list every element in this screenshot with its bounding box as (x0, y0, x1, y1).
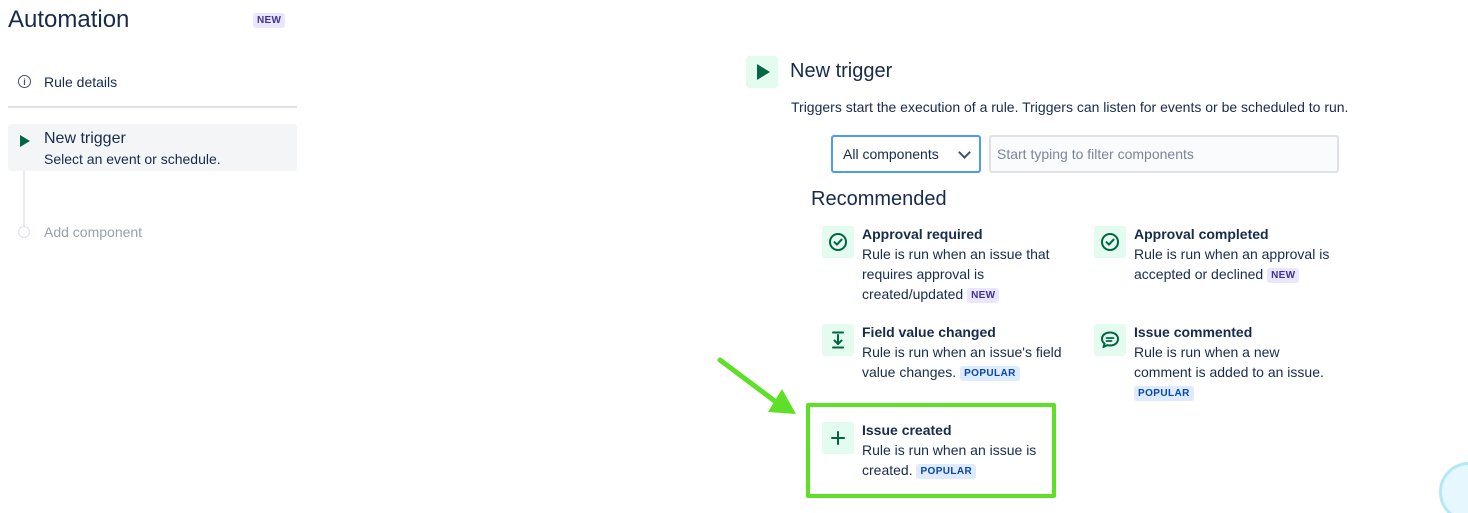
rule-details-label: Rule details (44, 74, 118, 90)
card-field-value-changed[interactable]: Field value changed Rule is run when an … (822, 324, 1062, 384)
component-type-select[interactable]: All components (831, 135, 981, 173)
download-arrow-icon (822, 324, 854, 356)
info-icon: i (18, 75, 31, 88)
trigger-subtitle: Select an event or schedule. (44, 151, 221, 167)
play-icon (757, 64, 770, 80)
card-issue-created[interactable]: Issue created Rule is run when an issue … (822, 422, 1052, 482)
card-description-text: Rule is run when a new comment is added … (1134, 344, 1324, 380)
card-description-text: Rule is run when an issue that requires … (862, 246, 1050, 302)
panel-description: Triggers start the execution of a rule. … (791, 99, 1349, 115)
help-bubble[interactable] (1439, 462, 1468, 513)
card-description: Rule is run when a new comment is added … (1134, 342, 1339, 402)
new-badge: NEW (1267, 268, 1300, 283)
new-badge: NEW (967, 288, 1000, 303)
card-title: Field value changed (862, 324, 996, 340)
automation-page: Automation NEW i Rule details New trigge… (0, 0, 1468, 513)
add-component-link[interactable]: Add component (44, 224, 142, 240)
card-issue-commented[interactable]: Issue commented Rule is run when a new c… (1094, 324, 1344, 402)
circle-dot-icon (18, 226, 30, 238)
timeline-connector (23, 171, 25, 226)
comment-icon (1094, 324, 1126, 356)
card-title: Issue created (862, 422, 952, 438)
select-value: All components (843, 146, 939, 162)
card-description: Rule is run when an issue is created. PO… (862, 440, 1052, 480)
panel-title: New trigger (790, 60, 893, 82)
card-title: Approval required (862, 226, 983, 242)
play-icon (20, 135, 30, 147)
popular-badge: POPULAR (960, 366, 1020, 381)
filter-components-input[interactable] (989, 135, 1339, 173)
card-title: Approval completed (1134, 226, 1269, 242)
annotation-arrow-icon (717, 357, 796, 414)
page-title: Automation (8, 6, 130, 33)
check-circle-icon (1094, 226, 1126, 258)
card-title: Issue commented (1134, 324, 1253, 340)
chevron-down-icon (958, 146, 971, 159)
new-trigger-item[interactable]: New trigger Select an event or schedule. (8, 124, 297, 171)
popular-badge: POPULAR (1134, 386, 1194, 401)
card-description-text: Rule is run when an approval is accepted… (1134, 246, 1330, 282)
card-approval-required[interactable]: Approval required Rule is run when an is… (822, 226, 1062, 304)
new-badge: NEW (253, 13, 286, 28)
popular-badge: POPULAR (916, 464, 977, 479)
plus-icon (822, 422, 854, 454)
rule-details-item[interactable]: i Rule details (8, 64, 297, 100)
trigger-header-icon (746, 56, 778, 88)
card-description: Rule is run when an approval is accepted… (1134, 244, 1339, 284)
recommended-heading: Recommended (811, 188, 947, 210)
trigger-title: New trigger (44, 130, 126, 147)
sidebar-divider (8, 106, 297, 108)
card-approval-completed[interactable]: Approval completed Rule is run when an a… (1094, 226, 1344, 286)
card-description: Rule is run when an issue that requires … (862, 244, 1062, 304)
card-description: Rule is run when an issue's field value … (862, 342, 1067, 382)
check-circle-icon (822, 226, 854, 258)
